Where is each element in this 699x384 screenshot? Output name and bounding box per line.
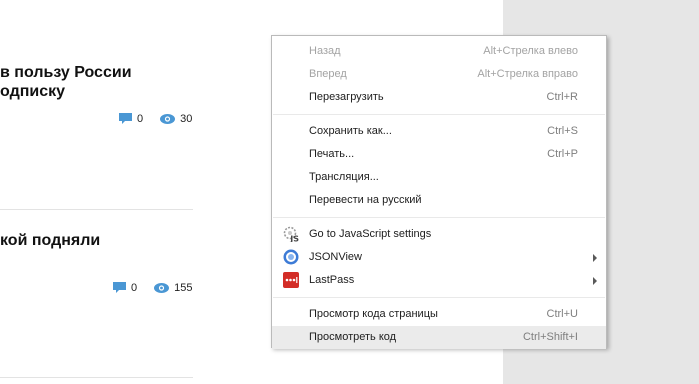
menu-item-view-source[interactable]: Просмотр кода страницы Ctrl+U xyxy=(272,303,606,326)
menu-item-shortcut: Alt+Стрелка вправо xyxy=(477,68,578,80)
menu-item-jsonview[interactable]: JSONView xyxy=(272,246,606,269)
comment-icon xyxy=(113,282,126,293)
menu-item-save-as[interactable]: Сохранить как... Ctrl+S xyxy=(272,120,606,143)
jsonview-icon xyxy=(283,249,299,265)
views-stat: 30 xyxy=(160,113,192,125)
lastpass-icon xyxy=(283,272,299,288)
menu-item-label: Перевести на русский xyxy=(309,194,422,206)
menu-item-shortcut: Alt+Стрелка влево xyxy=(483,45,578,57)
menu-item-label: Вперед xyxy=(309,68,347,80)
submenu-arrow-icon xyxy=(593,254,597,262)
eye-icon xyxy=(160,114,176,124)
menu-item-print[interactable]: Печать... Ctrl+P xyxy=(272,143,606,166)
menu-item-label: LastPass xyxy=(309,274,355,286)
menu-item-label: Сохранить как... xyxy=(309,125,392,137)
menu-item-label: Go to JavaScript settings xyxy=(309,228,432,240)
context-menu: Назад Alt+Стрелка влево Вперед Alt+Стрел… xyxy=(271,35,607,349)
menu-item-cast[interactable]: Трансляция... xyxy=(272,166,606,189)
article-title-line[interactable]: кой подняли xyxy=(0,231,100,250)
menu-separator xyxy=(273,114,605,115)
menu-item-shortcut: Ctrl+S xyxy=(547,125,578,137)
js-settings-icon: JS xyxy=(283,226,299,242)
menu-item-label: Просмотреть код xyxy=(309,331,397,343)
menu-item-label: Перезагрузить xyxy=(309,91,384,103)
menu-separator xyxy=(273,217,605,218)
submenu-arrow-icon xyxy=(593,277,597,285)
menu-item-forward[interactable]: Вперед Alt+Стрелка вправо xyxy=(272,63,606,86)
menu-item-back[interactable]: Назад Alt+Стрелка влево xyxy=(272,40,606,63)
menu-item-shortcut: Ctrl+Shift+I xyxy=(522,331,578,343)
menu-item-label: JSONView xyxy=(309,251,362,263)
article-title-line[interactable]: одписку xyxy=(0,82,65,101)
menu-item-js-settings[interactable]: JS Go to JavaScript settings xyxy=(272,223,606,246)
menu-item-label: Трансляция... xyxy=(309,171,379,183)
comments-count: 0 xyxy=(137,113,144,125)
menu-item-translate[interactable]: Перевести на русский xyxy=(272,189,606,212)
article-stats: 0 155 xyxy=(113,282,192,294)
menu-item-inspect[interactable]: Просмотреть код Ctrl+Shift+I xyxy=(272,326,606,349)
views-count: 30 xyxy=(180,113,193,125)
comments-stat: 0 xyxy=(113,282,137,294)
menu-item-shortcut: Ctrl+P xyxy=(547,148,578,160)
menu-item-shortcut: Ctrl+U xyxy=(546,308,578,320)
article-divider xyxy=(0,377,193,378)
menu-item-reload[interactable]: Перезагрузить Ctrl+R xyxy=(272,86,606,109)
comments-count: 0 xyxy=(131,282,138,294)
views-stat: 155 xyxy=(154,282,192,294)
menu-separator xyxy=(273,297,605,298)
eye-icon xyxy=(154,283,170,293)
comment-icon xyxy=(119,113,132,124)
js-badge-text: JS xyxy=(289,235,299,243)
comments-stat: 0 xyxy=(119,113,143,125)
menu-item-label: Назад xyxy=(309,45,341,57)
article-title-line[interactable]: в пользу России xyxy=(0,63,132,82)
menu-item-label: Печать... xyxy=(309,148,355,160)
menu-item-lastpass[interactable]: LastPass xyxy=(272,269,606,292)
article-divider xyxy=(0,209,193,210)
article-stats: 0 30 xyxy=(119,113,192,125)
web-page: в пользу России одписку 0 30 кой подняли… xyxy=(0,0,699,384)
menu-item-shortcut: Ctrl+R xyxy=(546,91,578,103)
views-count: 155 xyxy=(174,282,193,294)
menu-item-label: Просмотр кода страницы xyxy=(309,308,438,320)
